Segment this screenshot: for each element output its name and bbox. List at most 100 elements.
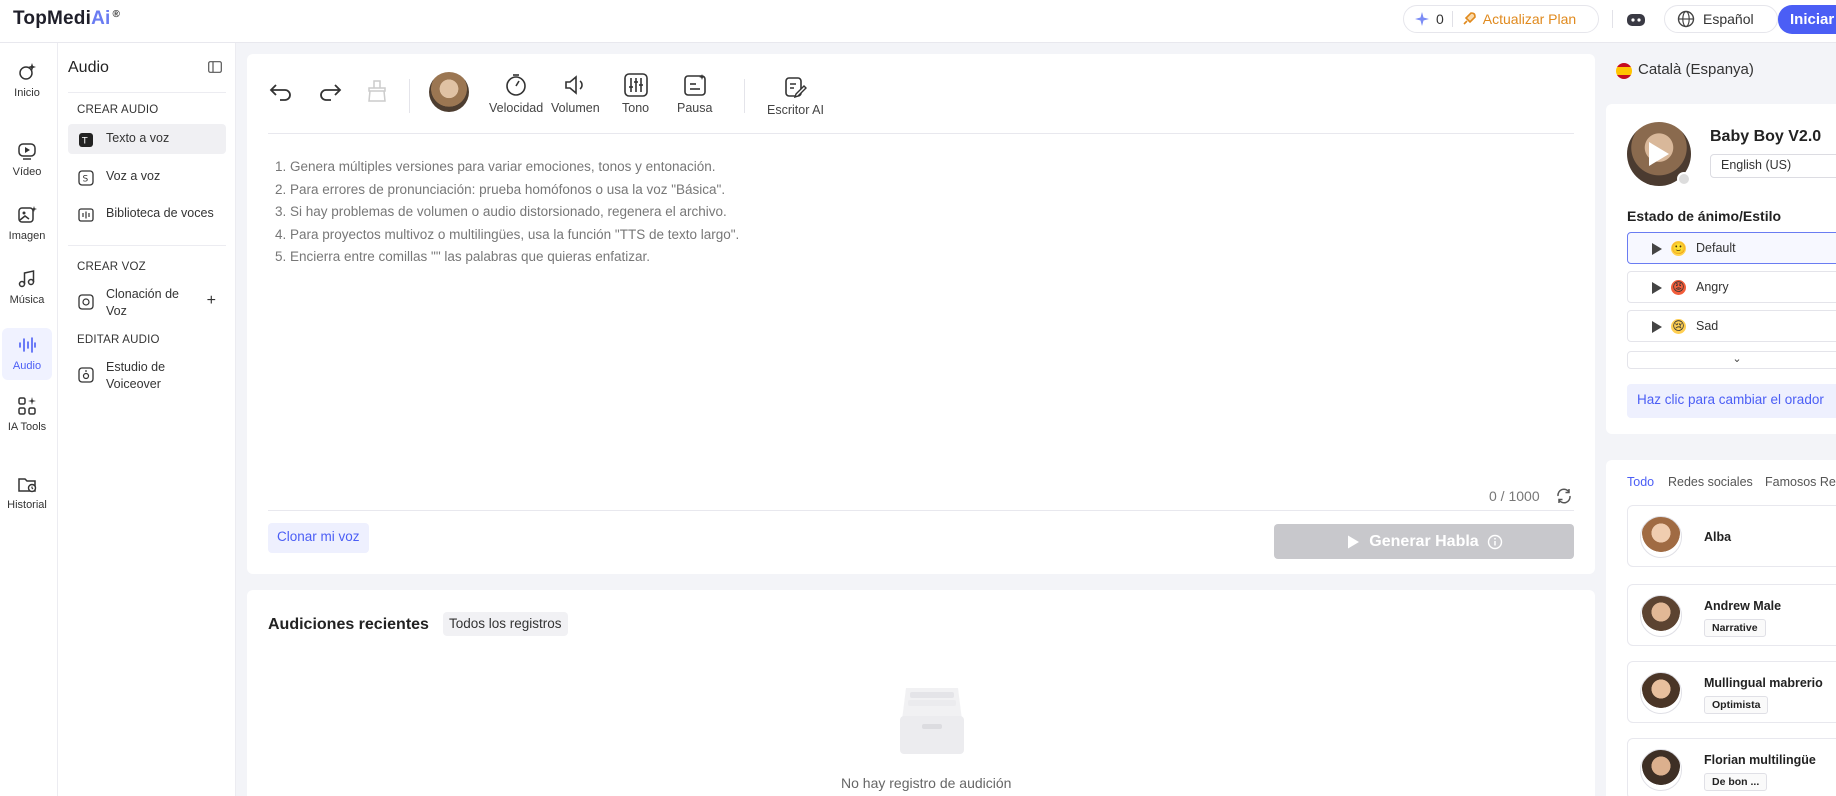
rail-item-inicio[interactable]: Inicio — [2, 61, 52, 111]
voice-accent-select[interactable]: English (US) — [1710, 154, 1836, 178]
voiceover-studio-icon — [78, 367, 94, 383]
mood-style-title: Estado de ánimo/Estilo — [1627, 208, 1782, 224]
voice-list-item[interactable]: Mullingual mabrerio Optimista — [1627, 661, 1836, 723]
undo-icon[interactable] — [268, 78, 294, 104]
voice-avatar-button[interactable] — [429, 72, 469, 112]
mood-option-sad[interactable]: 😢 Sad — [1627, 310, 1836, 342]
tone-sliders-icon — [623, 73, 648, 97]
recent-auditions-title: Audiciones recientes — [268, 616, 429, 633]
speed-tool[interactable]: Velocidad — [489, 72, 543, 115]
angry-emoji-icon: 😡 — [1671, 280, 1686, 295]
rail-item-video[interactable]: Vídeo — [2, 140, 52, 190]
app-logo[interactable]: TopMediAi ® — [13, 8, 120, 30]
rail-item-audio[interactable]: Audio — [2, 328, 52, 380]
rail-item-musica[interactable]: Música — [2, 268, 52, 318]
image-icon — [18, 206, 37, 223]
character-counter: 0 / 1000 — [1489, 488, 1540, 504]
change-speaker-button[interactable]: Haz clic para cambiar el orador — [1627, 384, 1836, 418]
voice-avatar — [1640, 595, 1682, 637]
selected-voice-card: Baby Boy V2.0 English (US) Estado de áni… — [1606, 104, 1836, 434]
redo-icon[interactable] — [317, 78, 343, 104]
volume-tool[interactable]: Volumen — [551, 72, 600, 115]
mood-option-angry[interactable]: 😡 Angry — [1627, 271, 1836, 303]
tip-line: 2. Para errores de pronunciación: prueba… — [275, 181, 726, 197]
text-input-area[interactable]: 1. Genera múltiples versiones para varia… — [275, 156, 739, 269]
voice-to-voice-icon: S — [78, 170, 94, 186]
voice-preview-avatar[interactable] — [1627, 122, 1691, 186]
sidebar-title: Audio — [68, 59, 109, 76]
voice-tag: De bon ... — [1704, 773, 1768, 791]
voice-list-item[interactable]: Florian multilingüe De bon ... — [1627, 738, 1836, 796]
upgrade-plan-button[interactable]: Actualizar Plan — [1483, 11, 1576, 27]
audio-sidebar: Audio CREAR AUDIO T Texto a voz S Voz a … — [58, 43, 236, 796]
globe-icon — [1677, 10, 1695, 28]
start-button[interactable]: Iniciar — [1778, 5, 1836, 34]
sidebar-item-voiceover-studio[interactable]: Estudio de Voiceover — [68, 353, 226, 399]
smile-emoji-icon: 🙂 — [1671, 241, 1686, 256]
chevron-down-icon: ⌄ — [1732, 353, 1742, 365]
pause-tool[interactable]: Pausa — [677, 72, 712, 115]
sad-emoji-icon: 😢 — [1671, 319, 1686, 334]
section-edit-audio: EDITAR AUDIO — [77, 334, 160, 346]
video-icon — [18, 143, 36, 160]
sidebar-item-text-to-speech[interactable]: T Texto a voz — [68, 124, 226, 154]
voice-list-panel: Todo Redes sociales Famosos Re Alba Andr… — [1606, 460, 1836, 796]
rail-item-imagen[interactable]: Imagen — [2, 204, 52, 254]
play-icon — [1348, 535, 1360, 548]
generate-speech-button[interactable]: Generar Habla — [1274, 524, 1574, 559]
voice-language-selector[interactable]: Català (Espanya) — [1606, 43, 1836, 95]
voice-avatar — [1640, 672, 1682, 714]
sidebar-item-voice-cloning[interactable]: Clonación de Voz + — [68, 280, 226, 326]
section-create-voice: CREAR VOZ — [77, 261, 146, 273]
grid-icon — [18, 397, 36, 415]
ai-writer-tool[interactable]: Escritor AI — [767, 74, 824, 117]
music-icon — [18, 270, 35, 288]
add-voice-clone-icon[interactable]: + — [207, 292, 216, 309]
ai-writer-icon — [785, 77, 808, 99]
language-selector[interactable]: Español — [1664, 5, 1778, 33]
tip-line: 3. Si hay problemas de volumen o audio d… — [275, 204, 727, 219]
voice-avatar — [1640, 516, 1682, 558]
sidebar-item-voice-to-voice[interactable]: S Voz a voz — [68, 162, 226, 192]
tab-all-records[interactable]: Todos los registros — [443, 612, 568, 636]
tab-famous[interactable]: Famosos Re — [1765, 475, 1836, 489]
empty-state-text: No hay registro de audición — [841, 775, 1012, 791]
refresh-icon[interactable] — [1555, 487, 1573, 505]
spain-flag-icon — [1616, 63, 1632, 79]
info-icon — [1487, 534, 1502, 549]
mood-option-default[interactable]: 🙂 Default — [1627, 232, 1836, 264]
voice-list-item[interactable]: Andrew Male Narrative — [1627, 584, 1836, 646]
audio-wave-icon — [19, 337, 36, 353]
language-label: Español — [1703, 11, 1754, 27]
rail-item-ia-tools[interactable]: IA Tools — [2, 395, 52, 445]
tab-all[interactable]: Todo — [1627, 475, 1654, 489]
voice-library-icon — [78, 208, 94, 222]
tone-tool[interactable]: Tono — [622, 72, 649, 115]
play-icon — [1649, 142, 1669, 166]
more-moods-toggle[interactable]: ⌄ — [1627, 351, 1836, 369]
sparkle-icon — [1415, 12, 1429, 26]
voice-avatar — [1640, 749, 1682, 791]
tab-social[interactable]: Redes sociales — [1668, 475, 1753, 489]
left-rail: Inicio Vídeo Imagen Música Audio IA Tool… — [0, 43, 58, 796]
tts-editor-card: Velocidad Volumen Tono Pausa Escritor AI… — [247, 54, 1595, 574]
tip-line: 1. Genera múltiples versiones para varia… — [275, 159, 716, 174]
credits-pill[interactable]: 0 Actualizar Plan — [1403, 5, 1599, 33]
clone-my-voice-button[interactable]: Clonar mi voz — [268, 523, 369, 553]
voice-cloning-icon — [78, 294, 94, 310]
play-icon — [1652, 282, 1662, 294]
home-spark-icon — [19, 63, 36, 80]
sidebar-collapse-icon[interactable] — [208, 61, 222, 73]
text-to-speech-icon: T — [79, 133, 93, 147]
volume-icon — [565, 75, 584, 95]
rail-item-historial[interactable]: Historial — [2, 473, 52, 523]
tip-line: 5. Encierra entre comillas "" las palabr… — [275, 249, 651, 264]
voice-list-item[interactable]: Alba — [1627, 505, 1836, 567]
sidebar-item-voice-library[interactable]: Biblioteca de voces — [68, 199, 226, 229]
clear-brush-icon[interactable] — [364, 78, 390, 104]
speed-icon — [506, 74, 526, 96]
svg-text:S: S — [83, 175, 89, 185]
empty-archive-icon — [900, 688, 964, 754]
tip-line: 4. Para proyectos multivoz o multilingüe… — [275, 226, 740, 242]
discord-icon[interactable] — [1624, 8, 1648, 32]
